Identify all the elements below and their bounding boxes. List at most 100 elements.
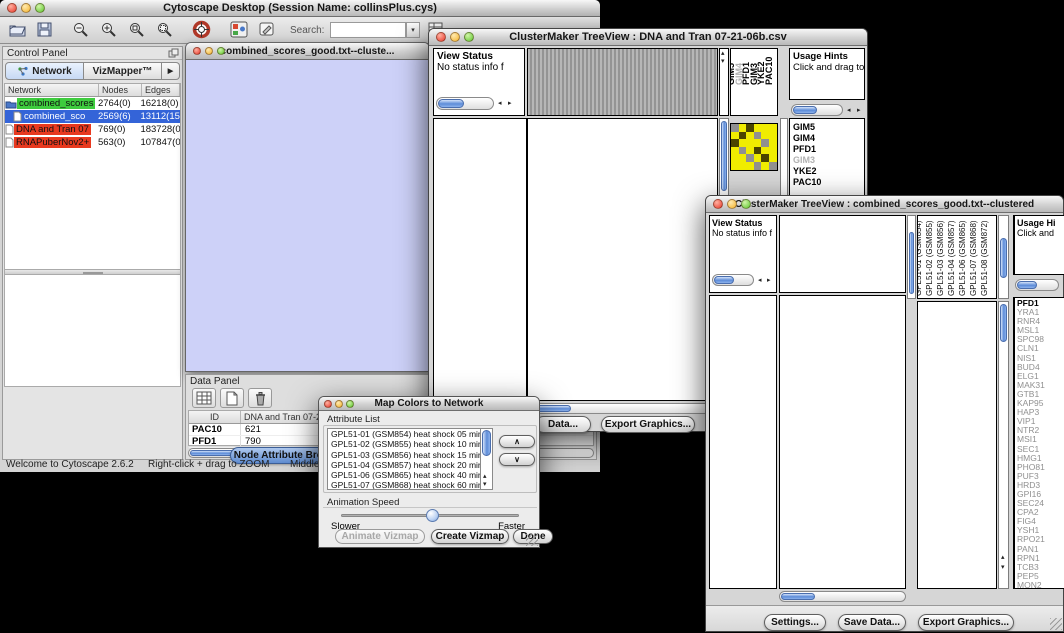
zoom-button[interactable] (217, 47, 225, 55)
attribute-up-button[interactable]: ∧ (499, 435, 535, 448)
attribute-list-vscroll[interactable]: ▴ ▾ (480, 429, 492, 489)
close-button[interactable] (193, 47, 201, 55)
new-attribute-icon[interactable] (220, 388, 244, 408)
column-label: GPL51-04 (GSM857) (947, 220, 956, 296)
tv1-column-dendrogram[interactable] (527, 48, 718, 116)
tv2-export-graphics-button[interactable]: Export Graphics... (918, 614, 1014, 631)
column-label: PAC10 (764, 57, 774, 85)
panel-divider[interactable] (5, 269, 180, 275)
attribute-item[interactable]: GPL51-02 (GSM855) heat shock 10 min (328, 439, 480, 449)
zoom-fit-icon[interactable] (156, 21, 174, 39)
nodes-count: 2569(6) (98, 111, 141, 122)
zoom-button[interactable] (741, 199, 751, 209)
minimize-button[interactable] (335, 400, 343, 408)
close-button[interactable] (436, 32, 446, 42)
minimize-button[interactable] (21, 3, 31, 13)
resize-grip[interactable] (526, 534, 538, 546)
tv2-vscrollbar[interactable] (907, 215, 916, 299)
tv1-zoom-heatmap[interactable] (730, 123, 778, 171)
annotation-icon[interactable] (258, 21, 276, 38)
zoom-button[interactable] (346, 400, 354, 408)
save-session-icon[interactable] (36, 21, 53, 38)
tv2-save-data-button[interactable]: Save Data... (838, 614, 906, 631)
tv2-hints-scrollbar[interactable] (1015, 279, 1059, 291)
zoom-button[interactable] (464, 32, 474, 42)
tv2-usage-hints: Usage Hi Click and (1013, 215, 1064, 275)
open-session-icon[interactable] (8, 21, 27, 38)
tv2-zoom-vscroll[interactable]: ▴ ▾ (998, 301, 1009, 589)
tv1-hscrollbar[interactable] (527, 403, 718, 414)
close-button[interactable] (713, 199, 723, 209)
network-table-header: Network Nodes Edges (5, 84, 180, 97)
select-attributes-icon[interactable] (192, 388, 216, 408)
file-icon (13, 111, 22, 122)
tv1-export-graphics-button[interactable]: Export Graphics... (601, 416, 695, 433)
tv1-status-scrollbar[interactable] (436, 97, 494, 110)
search-dropdown[interactable]: ▾ (406, 22, 420, 38)
tv1-heatmap[interactable] (527, 118, 718, 401)
data-col-id[interactable]: ID (189, 411, 241, 423)
tab-network[interactable]: Network (5, 62, 84, 80)
tv2-gene-list: PFD1YRA1RNR4MSL1SPC98CLN1NIS1BUD4ELG1MAK… (1013, 297, 1064, 589)
zoom-button[interactable] (35, 3, 45, 13)
attribute-down-button[interactable]: ∨ (499, 453, 535, 466)
tv2-zoom-heatmap[interactable] (917, 301, 997, 589)
main-titlebar[interactable]: Cytoscape Desktop (Session Name: collins… (0, 0, 600, 17)
file-icon (5, 124, 14, 135)
minimize-button[interactable] (205, 47, 213, 55)
tab-vizmapper[interactable]: VizMapper™ (84, 62, 162, 80)
animate-vizmap-button[interactable]: Animate Vizmap (335, 529, 425, 544)
tv1-hints-scrollbar[interactable] (791, 104, 843, 116)
attribute-item[interactable]: GPL51-06 (GSM865) heat shock 40 min (328, 470, 480, 480)
attribute-item[interactable]: GPL51-01 (GSM854) heat shock 05 min (328, 429, 480, 439)
network-name: combined_sco (22, 111, 87, 122)
cytopanel-icon[interactable] (230, 21, 248, 38)
help-lifering-icon[interactable] (192, 20, 211, 39)
minimize-button[interactable] (450, 32, 460, 42)
treeview2-title: ClusterMaker TreeView : combined_scores_… (706, 199, 1063, 210)
column-label: GPL51-06 (GSM865) (958, 220, 967, 296)
minimize-button[interactable] (727, 199, 737, 209)
tv2-row-dendrogram[interactable] (709, 295, 777, 589)
attribute-item[interactable]: GPL51-03 (GSM856) heat shock 15 min (328, 450, 480, 460)
tv2-labels-vscroll[interactable] (998, 215, 1009, 299)
network-view-window: combined_scores_good.txt--cluste... (185, 42, 430, 372)
tv2-heatmap[interactable] (779, 295, 906, 589)
animation-speed-slider[interactable] (341, 514, 519, 517)
control-panel: Control Panel Network VizMapper™ ▶ Net (2, 46, 183, 460)
network-row[interactable]: combined_sco2569(6)13112(15) (5, 110, 180, 123)
edges-count: 16218(0) (140, 98, 180, 109)
tv2-column-dendrogram[interactable] (779, 215, 906, 293)
slider-thumb[interactable] (426, 509, 439, 522)
column-label: GPL51-08 (GSM872) (980, 220, 989, 296)
attribute-listbox[interactable]: GPL51-01 (GSM854) heat shock 05 minGPL51… (327, 428, 493, 490)
close-button[interactable] (324, 400, 332, 408)
delete-attribute-icon[interactable] (248, 388, 272, 408)
tv2-settings-button[interactable]: Settings... (764, 614, 826, 631)
tv2-status-scrollbar[interactable] (712, 274, 754, 286)
row-label: PAC10 (793, 177, 864, 188)
tv1-column-labels: GIM5GIM4PFD1GIM3YKE2PAC10 (730, 48, 778, 116)
tv1-label-scroll-strip[interactable]: ▴ ▾ (719, 48, 729, 116)
attribute-item[interactable]: GPL51-07 (GSM868) heat shock 60 min (328, 480, 480, 490)
network-row[interactable]: combined_scores2764(0)16218(0) (5, 97, 180, 110)
row-label: GIM4 (793, 133, 864, 144)
close-button[interactable] (7, 3, 17, 13)
resize-grip[interactable] (1050, 618, 1062, 630)
tab-overflow-arrow[interactable]: ▶ (162, 62, 180, 80)
float-panel-icon[interactable] (168, 48, 179, 58)
network-row[interactable]: DNA and Tran 07769(0)183728(0) (5, 123, 180, 136)
tv1-save-data-button[interactable]: Data... (535, 416, 591, 433)
zoom-out-icon[interactable] (72, 21, 90, 39)
create-vizmap-button[interactable]: Create Vizmap (431, 529, 509, 544)
search-input[interactable] (330, 22, 406, 38)
tv2-hscrollbar[interactable] (779, 591, 906, 602)
attribute-item[interactable]: GPL51-04 (GSM857) heat shock 20 min (328, 460, 480, 470)
edges-count: 183728(0) (140, 124, 180, 135)
zoom-in-icon[interactable] (100, 21, 118, 39)
network-row[interactable]: RNAPuberNov2+563(0)107847(0) (5, 136, 180, 149)
network-birdseye-view[interactable] (5, 277, 182, 386)
zoom-selected-region-icon[interactable] (128, 21, 146, 39)
tv1-row-dendrogram[interactable] (433, 118, 527, 401)
network-graph-canvas[interactable] (186, 60, 429, 371)
